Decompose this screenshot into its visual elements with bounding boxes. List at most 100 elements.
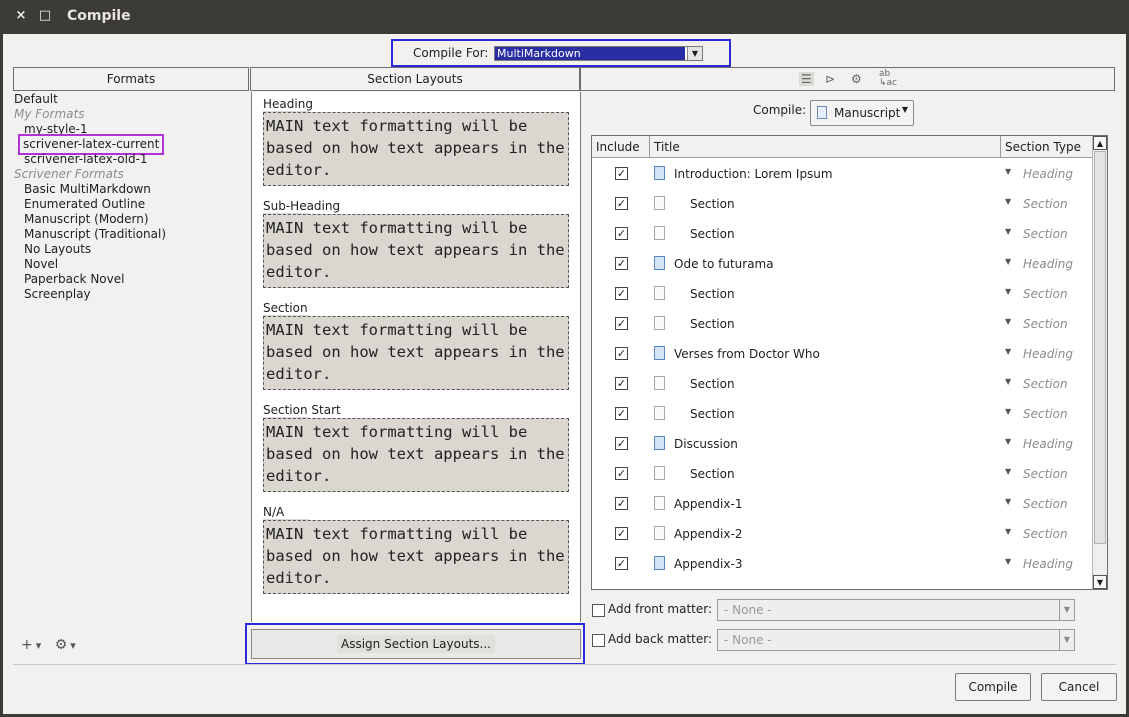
- col-section-type[interactable]: Section Type: [1001, 136, 1092, 158]
- format-item[interactable]: No Layouts: [24, 242, 91, 257]
- chevron-down-icon[interactable]: ▼: [1005, 437, 1011, 446]
- gear-icon[interactable]: ⚙: [851, 72, 862, 86]
- chevron-down-icon[interactable]: ▼: [1005, 317, 1011, 326]
- table-row[interactable]: ✓ Section ▼ Section: [592, 399, 1092, 429]
- row-section-type[interactable]: Heading: [1023, 167, 1073, 181]
- table-row[interactable]: ✓ Section ▼ Section: [592, 189, 1092, 219]
- format-item[interactable]: Manuscript (Modern): [24, 212, 149, 227]
- table-row[interactable]: ✓ Appendix-2 ▼ Section: [592, 519, 1092, 549]
- chevron-down-icon[interactable]: ▼: [1005, 257, 1011, 266]
- front-matter-select[interactable]: - None - ▼: [717, 599, 1075, 621]
- compile-button[interactable]: Compile: [955, 673, 1031, 701]
- section-layout-preview[interactable]: MAIN text formatting will be based on ho…: [263, 520, 569, 594]
- section-layout-preview[interactable]: MAIN text formatting will be based on ho…: [263, 214, 569, 288]
- include-checkbox[interactable]: ✓: [615, 287, 628, 300]
- section-layout-preview[interactable]: MAIN text formatting will be based on ho…: [263, 112, 569, 186]
- scroll-down-icon[interactable]: ▼: [1093, 575, 1107, 589]
- include-checkbox[interactable]: ✓: [615, 467, 628, 480]
- format-item[interactable]: Basic MultiMarkdown: [24, 182, 151, 197]
- section-layout-item[interactable]: N/A MAIN text formatting will be based on…: [263, 505, 569, 594]
- add-icon[interactable]: +: [21, 637, 33, 653]
- chevron-down-icon[interactable]: ▼: [1005, 197, 1011, 206]
- back-matter-checkbox[interactable]: [592, 634, 605, 647]
- col-include[interactable]: Include: [592, 136, 650, 158]
- include-checkbox[interactable]: ✓: [615, 167, 628, 180]
- cancel-button[interactable]: Cancel: [1041, 673, 1117, 701]
- chevron-down-icon[interactable]: ▼: [687, 47, 702, 60]
- include-checkbox[interactable]: ✓: [615, 197, 628, 210]
- maximize-icon[interactable]: □: [37, 8, 53, 24]
- chevron-down-icon[interactable]: ▼: [1005, 227, 1011, 236]
- chevron-down-icon[interactable]: ▼: [1005, 347, 1011, 356]
- row-section-type[interactable]: Section: [1023, 467, 1068, 481]
- chevron-down-icon[interactable]: ▾: [36, 639, 42, 652]
- chevron-down-icon[interactable]: ▼: [1059, 630, 1074, 650]
- format-item[interactable]: Default: [14, 92, 58, 107]
- gear-icon[interactable]: ⚙: [55, 637, 68, 653]
- chevron-down-icon[interactable]: ▼: [1005, 557, 1011, 566]
- include-checkbox[interactable]: ✓: [615, 347, 628, 360]
- include-checkbox[interactable]: ✓: [615, 497, 628, 510]
- table-row[interactable]: ✓ Discussion ▼ Heading: [592, 429, 1092, 459]
- scroll-up-icon[interactable]: ▲: [1093, 136, 1107, 150]
- table-row[interactable]: ✓ Appendix-3 ▼ Heading: [592, 549, 1092, 579]
- table-row[interactable]: ✓ Section ▼ Section: [592, 369, 1092, 399]
- include-checkbox[interactable]: ✓: [615, 557, 628, 570]
- include-checkbox[interactable]: ✓: [615, 437, 628, 450]
- row-section-type[interactable]: Section: [1023, 197, 1068, 211]
- table-row[interactable]: ✓ Appendix-1 ▼ Section: [592, 489, 1092, 519]
- table-row[interactable]: ✓ Introduction: Lorem Ipsum ▼ Heading: [592, 159, 1092, 189]
- chevron-down-icon[interactable]: ▼: [1005, 467, 1011, 476]
- section-layout-item[interactable]: Sub-Heading MAIN text formatting will be …: [263, 199, 569, 288]
- row-section-type[interactable]: Section: [1023, 377, 1068, 391]
- col-title[interactable]: Title: [650, 136, 1001, 158]
- section-layout-item[interactable]: Section MAIN text formatting will be base…: [263, 301, 569, 390]
- table-row[interactable]: ✓ Section ▼ Section: [592, 459, 1092, 489]
- row-section-type[interactable]: Section: [1023, 227, 1068, 241]
- format-item[interactable]: scrivener-latex-old-1: [24, 152, 148, 167]
- table-row[interactable]: ✓ Section ▼ Section: [592, 309, 1092, 339]
- assign-section-layouts-button[interactable]: Assign Section Layouts...: [251, 629, 581, 659]
- chevron-down-icon[interactable]: ▼: [1005, 287, 1011, 296]
- section-layout-item[interactable]: Section Start MAIN text formatting will b…: [263, 403, 569, 492]
- format-item[interactable]: my-style-1: [24, 122, 88, 137]
- chevron-down-icon[interactable]: ▼: [1005, 497, 1011, 506]
- row-section-type[interactable]: Heading: [1023, 557, 1073, 571]
- format-item[interactable]: scrivener-latex-current: [17, 134, 165, 155]
- chevron-down-icon[interactable]: ▼: [1005, 377, 1011, 386]
- include-checkbox[interactable]: ✓: [615, 407, 628, 420]
- format-item[interactable]: Screenplay: [24, 287, 91, 302]
- compile-select[interactable]: Manuscript ▼: [810, 100, 914, 126]
- chevron-down-icon[interactable]: ▼: [902, 105, 908, 114]
- row-section-type[interactable]: Section: [1023, 317, 1068, 331]
- row-section-type[interactable]: Section: [1023, 527, 1068, 541]
- chevron-down-icon[interactable]: ▼: [1005, 407, 1011, 416]
- section-layout-preview[interactable]: MAIN text formatting will be based on ho…: [263, 316, 569, 390]
- front-matter-checkbox[interactable]: [592, 604, 605, 617]
- list-icon[interactable]: ☰: [799, 72, 814, 86]
- include-checkbox[interactable]: ✓: [615, 317, 628, 330]
- chevron-down-icon[interactable]: ▼: [1005, 167, 1011, 176]
- row-section-type[interactable]: Section: [1023, 497, 1068, 511]
- include-checkbox[interactable]: ✓: [615, 527, 628, 540]
- row-section-type[interactable]: Section: [1023, 407, 1068, 421]
- include-checkbox[interactable]: ✓: [615, 227, 628, 240]
- include-checkbox[interactable]: ✓: [615, 377, 628, 390]
- table-row[interactable]: ✓ Section ▼ Section: [592, 219, 1092, 249]
- row-section-type[interactable]: Section: [1023, 287, 1068, 301]
- row-section-type[interactable]: Heading: [1023, 347, 1073, 361]
- vertical-scrollbar[interactable]: ▲ ▼: [1092, 136, 1107, 589]
- chevron-down-icon[interactable]: ▼: [1005, 527, 1011, 536]
- close-icon[interactable]: ×: [13, 8, 29, 24]
- table-row[interactable]: ✓ Verses from Doctor Who ▼ Heading: [592, 339, 1092, 369]
- section-layout-preview[interactable]: MAIN text formatting will be based on ho…: [263, 418, 569, 492]
- format-item[interactable]: Novel: [24, 257, 58, 272]
- chevron-down-icon[interactable]: ▼: [1059, 600, 1074, 620]
- chevron-down-icon[interactable]: ▾: [70, 639, 76, 652]
- table-row[interactable]: ✓ Ode to futurama ▼ Heading: [592, 249, 1092, 279]
- compile-for-select[interactable]: MultiMarkdown ▼: [494, 46, 703, 61]
- table-row[interactable]: ✓ Section ▼ Section: [592, 279, 1092, 309]
- row-section-type[interactable]: Heading: [1023, 437, 1073, 451]
- row-section-type[interactable]: Heading: [1023, 257, 1073, 271]
- format-item[interactable]: Enumerated Outline: [24, 197, 145, 212]
